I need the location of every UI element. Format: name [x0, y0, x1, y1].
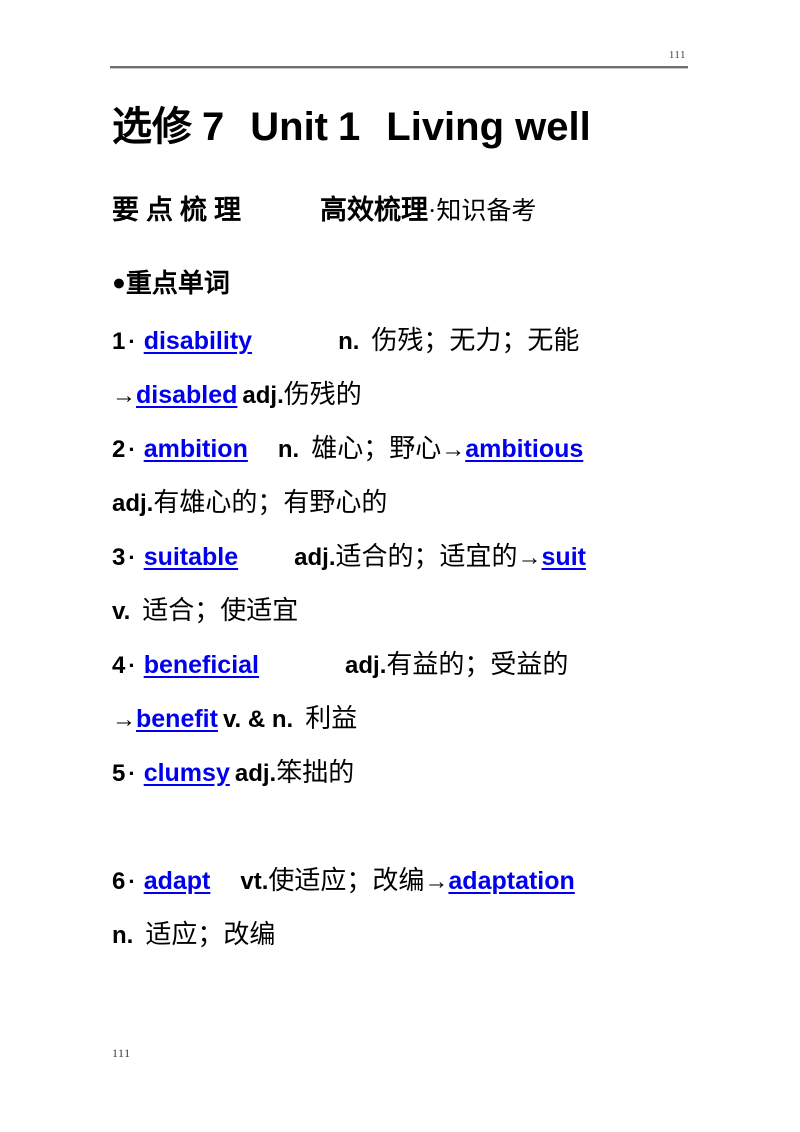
entry-pos: adj. — [294, 544, 336, 571]
entry-headword[interactable]: clumsy — [144, 759, 230, 787]
page-content: 选修 7 Unit 1 Living well 要点梳理 高效梳理·知识备考 ●重点单词 … — [112, 96, 692, 962]
derived-headword[interactable]: adaptation — [448, 867, 574, 895]
entry-meaning: 适合的；适宜的 — [335, 542, 518, 571]
document-page: 111 选修 7 Unit 1 Living well 要点梳理 高效梳理·知识备考 ●重… — [0, 0, 800, 1132]
vocabulary-list: 1 · disability n. 伤残；无力；无能 →disabled adj.伤残的 … — [112, 314, 692, 962]
vocab-entry-line: 1 · disability n. 伤残；无力；无能 — [112, 314, 692, 368]
entry-meaning: 伤残；无力；无能 — [371, 326, 580, 355]
derived-pos: v. & n. — [222, 706, 294, 733]
entry-pos: adj. — [345, 652, 387, 679]
entry-dot-icon: · — [128, 545, 136, 570]
derivation-arrow-icon: → — [517, 544, 542, 571]
derivation-arrow-icon: → — [424, 868, 449, 895]
derived-meaning: 利益 — [305, 704, 358, 733]
derivation-arrow-icon: → — [441, 436, 466, 463]
entry-headword[interactable]: disability — [144, 327, 252, 355]
derived-meaning: 适应；改编 — [145, 920, 276, 949]
header-divider — [110, 66, 688, 69]
vocab-derived-line: n. 适应；改编 — [112, 908, 692, 962]
vocab-entry-line: 5 · clumsy adj.笨拙的 — [112, 746, 692, 800]
derived-pos: adj. — [112, 490, 154, 517]
derived-headword[interactable]: disabled — [136, 381, 237, 409]
section-header: 要点梳理 高效梳理·知识备考 — [112, 192, 692, 230]
entry-headword[interactable]: beneficial — [144, 651, 259, 679]
vocab-entry-line: 4 · beneficial adj.有益的；受益的 — [112, 638, 692, 692]
derived-headword[interactable]: suit — [542, 543, 586, 571]
entry-number: 5 — [112, 760, 126, 787]
vocab-derived-line: →disabled adj.伤残的 — [112, 368, 692, 422]
entry-headword[interactable]: suitable — [144, 543, 238, 571]
entry-dot-icon: · — [128, 761, 136, 786]
subsection-heading: ●重点单词 — [112, 266, 692, 300]
entry-meaning: 使适应；改编 — [268, 866, 425, 895]
entry-number: 4 — [112, 652, 126, 679]
derived-meaning: 伤残的 — [283, 380, 362, 409]
entry-meaning: 雄心；野心 — [311, 434, 442, 463]
entry-number: 3 — [112, 544, 126, 571]
entry-pos: vt. — [240, 868, 269, 895]
derivation-arrow-icon: → — [112, 706, 136, 733]
derived-meaning: 适合；使适宜 — [142, 596, 299, 625]
section-tag-secondary: ·知识备考 — [428, 198, 537, 225]
title-unit-word: Unit — [250, 105, 329, 149]
entry-headword[interactable]: ambition — [144, 435, 248, 463]
section-title: 要点梳理 — [112, 195, 248, 225]
entry-meaning: 有益的；受益的 — [386, 650, 569, 679]
vocab-derived-line: →benefit v. & n. 利益 — [112, 692, 692, 746]
entry-headword[interactable]: adapt — [144, 867, 211, 895]
derived-meaning: 有雄心的；有野心的 — [153, 488, 388, 517]
derived-headword[interactable]: benefit — [136, 705, 218, 733]
title-book-number: 7 — [202, 105, 225, 149]
entry-pos: n. — [338, 328, 360, 355]
entry-dot-icon: · — [128, 437, 136, 462]
vocab-derived-line: v. 适合；使适宜 — [112, 584, 692, 638]
header-page-number: 111 — [668, 49, 686, 61]
derived-headword[interactable]: ambitious — [465, 435, 583, 463]
vocab-derived-line: adj.有雄心的；有野心的 — [112, 476, 692, 530]
entry-dot-icon: · — [128, 329, 136, 354]
bullet-icon: ● — [112, 269, 126, 295]
section-tag-primary: 高效梳理 — [320, 195, 428, 225]
derivation-arrow-icon: → — [112, 382, 136, 409]
entry-number: 1 — [112, 328, 126, 355]
entry-dot-icon: · — [128, 869, 136, 894]
title-unit-name: Living well — [386, 105, 591, 149]
vocab-entry-line: 3 · suitable adj.适合的；适宜的→suit — [112, 530, 692, 584]
entry-number: 2 — [112, 436, 126, 463]
vocab-entry-line: 2 · ambition n. 雄心；野心→ambitious — [112, 422, 692, 476]
entry-number: 6 — [112, 868, 126, 895]
entry-pos: n. — [277, 436, 300, 463]
page-title: 选修 7 Unit 1 Living well — [112, 96, 692, 154]
page-header: 111 — [110, 48, 688, 69]
entry-dot-icon: · — [128, 653, 136, 678]
entry-pos: adj. — [234, 760, 277, 787]
vocab-entry-line: 6 · adapt vt.使适应；改编→adaptation — [112, 854, 692, 908]
derived-pos: n. — [112, 922, 134, 949]
title-book-prefix: 选修 — [112, 105, 192, 149]
entry-meaning: 笨拙的 — [276, 758, 355, 787]
subsection-heading-label: 重点单词 — [125, 268, 230, 298]
derived-pos: adj. — [242, 382, 284, 409]
derived-pos: v. — [112, 598, 131, 625]
footer-page-number: 111 — [112, 1046, 131, 1060]
title-unit-number: 1 — [338, 105, 361, 149]
